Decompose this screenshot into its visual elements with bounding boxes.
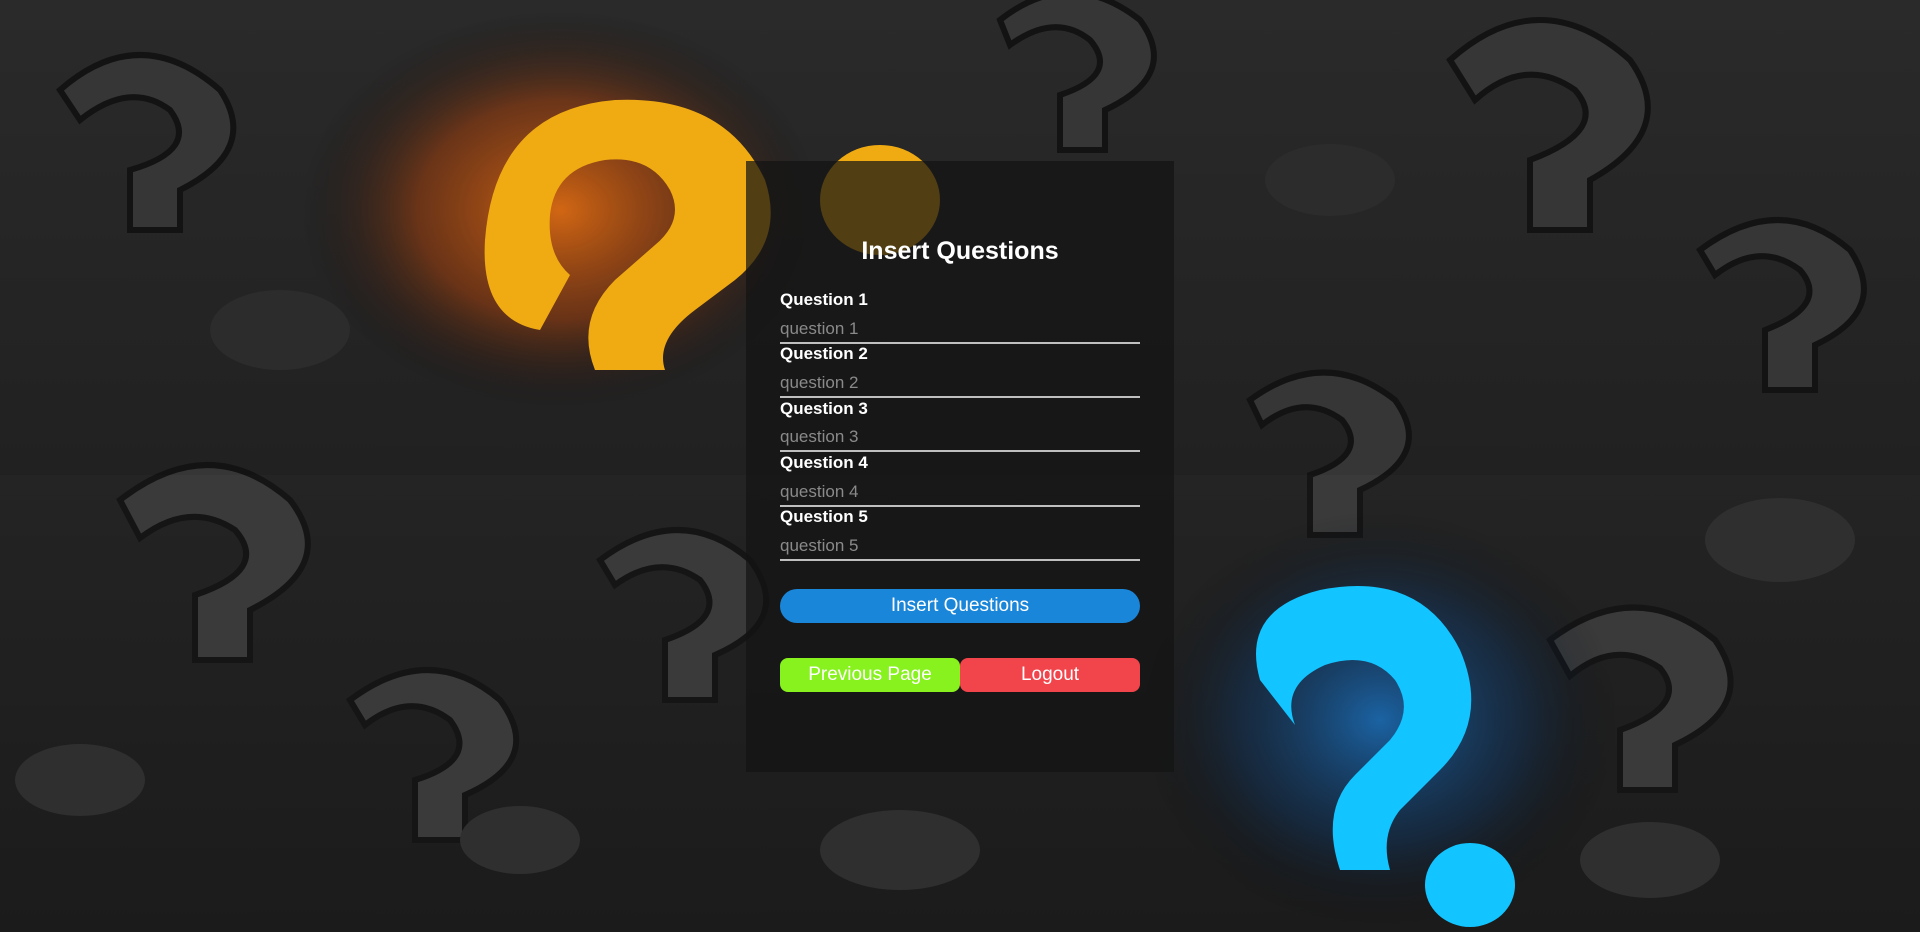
question-1-label: Question 1 xyxy=(780,290,868,309)
logout-button[interactable]: Logout xyxy=(960,658,1140,692)
question-2-label: Question 2 xyxy=(780,344,868,363)
question-5-label: Question 5 xyxy=(780,507,868,526)
question-3-input[interactable] xyxy=(780,424,1140,452)
question-3-label: Question 3 xyxy=(780,399,868,418)
page-title: Insert Questions xyxy=(861,237,1059,265)
previous-page-button[interactable]: Previous Page xyxy=(780,658,960,692)
insert-questions-button[interactable]: Insert Questions xyxy=(780,589,1140,623)
question-5-input[interactable] xyxy=(780,533,1140,561)
page: Insert Questions Question 1 Question 2 Q… xyxy=(0,0,1920,932)
question-4-label: Question 4 xyxy=(780,453,868,472)
question-1-input[interactable] xyxy=(780,316,1140,344)
question-2-input[interactable] xyxy=(780,370,1140,398)
question-4-input[interactable] xyxy=(780,479,1140,507)
insert-questions-panel: Insert Questions Question 1 Question 2 Q… xyxy=(746,161,1174,772)
